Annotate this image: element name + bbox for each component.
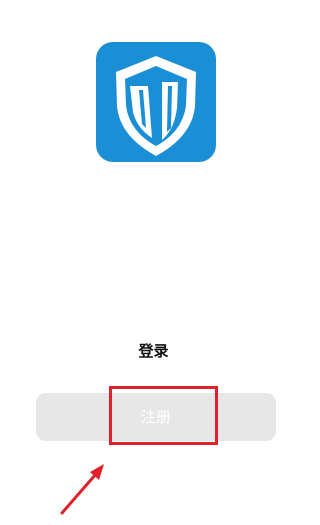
app-logo	[96, 42, 216, 162]
shield-logo-icon	[96, 42, 216, 162]
annotation-highlight-box	[109, 386, 218, 445]
login-link[interactable]: 登录	[0, 340, 307, 362]
